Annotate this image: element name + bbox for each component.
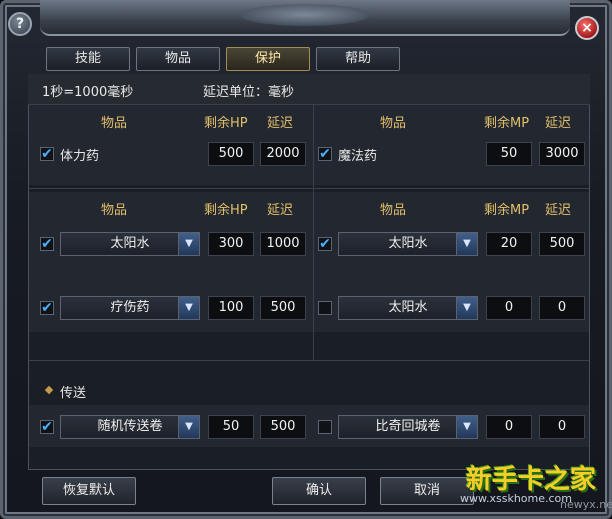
header-mp: 剩余MP	[484, 203, 530, 218]
column-divider	[313, 104, 314, 360]
mp-potion-delay[interactable]: 3000	[539, 142, 585, 166]
mp-potion-threshold[interactable]: 50	[486, 142, 532, 166]
teleport-title: 传送	[60, 386, 87, 401]
select-value: 比奇回城卷	[375, 419, 441, 434]
hp-slot1-item-select[interactable]: 太阳水 ▼	[60, 232, 200, 256]
header-hp: 剩余HP	[204, 116, 248, 131]
divider	[29, 188, 589, 189]
select-value: 疗伤药	[110, 300, 150, 315]
mp-slot1-item-select[interactable]: 太阳水 ▼	[338, 232, 478, 256]
chevron-down-icon[interactable]: ▼	[178, 297, 199, 319]
teleport-left-threshold[interactable]: 50	[208, 415, 254, 439]
chevron-down-icon[interactable]: ▼	[456, 297, 477, 319]
watermark-logo: 新手卡之家	[466, 465, 597, 495]
header-item-right: 物品	[380, 116, 407, 131]
header-delay-left: 延迟	[267, 203, 294, 218]
mp-slot1-threshold[interactable]: 20	[486, 232, 532, 256]
header-hp: 剩余HP	[204, 203, 248, 218]
header-item-left: 物品	[101, 116, 128, 131]
mp-slot1-delay[interactable]: 500	[539, 232, 585, 256]
select-value: 太阳水	[388, 300, 428, 315]
tab-help[interactable]: 帮助	[316, 47, 400, 71]
select-value: 太阳水	[388, 236, 428, 251]
time-note: 1秒=1000毫秒	[42, 85, 134, 100]
chevron-down-icon[interactable]: ▼	[456, 416, 477, 438]
mp-potion-label: 魔法药	[338, 149, 378, 164]
mp-slot2-delay[interactable]: 0	[539, 296, 585, 320]
select-value: 随机传送卷	[97, 419, 163, 434]
teleport-left-checkbox[interactable]: ✔	[40, 420, 54, 434]
hp-slot1-checkbox[interactable]: ✔	[40, 237, 54, 251]
header-delay-right: 延迟	[545, 116, 572, 131]
mp-potion-checkbox[interactable]: ✔	[318, 147, 332, 161]
hp-slot2-checkbox[interactable]: ✔	[40, 301, 54, 315]
header-mp: 剩余MP	[484, 116, 530, 131]
teleport-right-threshold[interactable]: 0	[486, 415, 532, 439]
teleport-right-delay[interactable]: 0	[539, 415, 585, 439]
watermark-url: www.xsskhome.com	[460, 492, 572, 505]
select-value: 太阳水	[110, 236, 150, 251]
confirm-button[interactable]: 确认	[272, 477, 366, 505]
teleport-left-delay[interactable]: 500	[260, 415, 306, 439]
tab-protection[interactable]: 保护	[226, 47, 310, 71]
title-bar	[40, 0, 570, 36]
tab-items[interactable]: 物品	[136, 47, 220, 71]
chevron-down-icon[interactable]: ▼	[178, 233, 199, 255]
watermark-corner: newyx.net	[560, 498, 612, 511]
header-delay-right: 延迟	[545, 203, 572, 218]
tab-skills[interactable]: 技能	[46, 47, 130, 71]
mp-slot2-threshold[interactable]: 0	[486, 296, 532, 320]
hp-slot2-item-select[interactable]: 疗伤药 ▼	[60, 296, 200, 320]
divider	[29, 360, 589, 361]
mp-slot2-item-select[interactable]: 太阳水 ▼	[338, 296, 478, 320]
hp-slot2-threshold[interactable]: 100	[208, 296, 254, 320]
mp-slot1-checkbox[interactable]: ✔	[318, 237, 332, 251]
teleport-right-item-select[interactable]: 比奇回城卷 ▼	[338, 415, 478, 439]
hp-slot1-threshold[interactable]: 300	[208, 232, 254, 256]
help-icon[interactable]: ?	[8, 12, 32, 36]
restore-defaults-button[interactable]: 恢复默认	[42, 477, 136, 505]
title-ornament	[240, 4, 370, 26]
unit-note: 延迟单位：毫秒	[203, 85, 295, 100]
hp-slot2-delay[interactable]: 500	[260, 296, 306, 320]
hp-slot1-delay[interactable]: 1000	[260, 232, 306, 256]
hp-potion-label: 体力药	[60, 149, 100, 164]
hp-potion-checkbox[interactable]: ✔	[40, 147, 54, 161]
chevron-down-icon[interactable]: ▼	[456, 233, 477, 255]
header-item-left: 物品	[101, 203, 128, 218]
chevron-down-icon[interactable]: ▼	[178, 416, 199, 438]
close-icon[interactable]: ×	[575, 16, 599, 40]
mp-slot2-checkbox[interactable]	[318, 301, 332, 315]
teleport-right-checkbox[interactable]	[318, 420, 332, 434]
teleport-left-item-select[interactable]: 随机传送卷 ▼	[60, 415, 200, 439]
hp-potion-delay[interactable]: 2000	[260, 142, 306, 166]
hp-potion-threshold[interactable]: 500	[208, 142, 254, 166]
header-delay-left: 延迟	[267, 116, 294, 131]
header-item-right: 物品	[380, 203, 407, 218]
